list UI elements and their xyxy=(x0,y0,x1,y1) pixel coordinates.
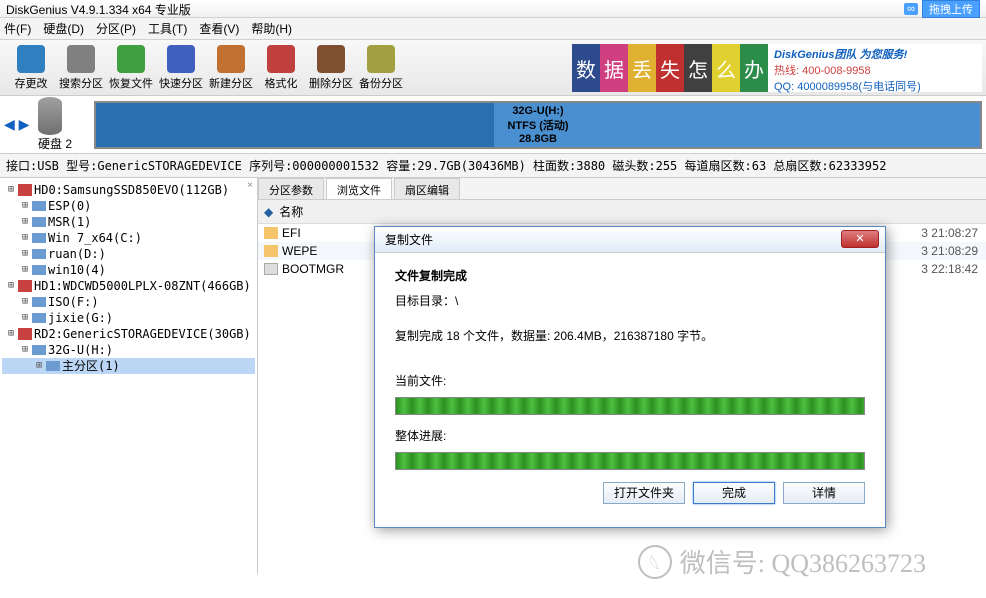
dialog-title-bar[interactable]: 复制文件 ✕ xyxy=(375,227,885,253)
menu-bar: 件(F) 硬盘(D) 分区(P) 工具(T) 查看(V) 帮助(H) xyxy=(0,18,986,40)
disk-icon xyxy=(38,97,62,135)
menu-disk[interactable]: 硬盘(D) xyxy=(43,20,84,37)
tree-row[interactable]: ⊞RD2:GenericSTORAGEDEVICE(30GB) xyxy=(2,326,255,342)
tab-partition-params[interactable]: 分区参数 xyxy=(258,178,324,199)
open-folder-button[interactable]: 打开文件夹 xyxy=(603,482,685,504)
dialog-title: 复制文件 xyxy=(385,231,433,248)
details-button[interactable]: 详情 xyxy=(783,482,865,504)
upload-button[interactable]: 拖拽上传 xyxy=(922,0,980,18)
tree-row[interactable]: ⊞Win 7_x64(C:) xyxy=(2,230,255,246)
toolbar-7[interactable]: 备份分区 xyxy=(356,45,406,91)
toolbar-0[interactable]: 存更改 xyxy=(6,45,56,91)
status-line: 接口:USB 型号:GenericSTORAGEDEVICE 序列号:00000… xyxy=(0,154,986,178)
toolbar-1[interactable]: 搜索分区 xyxy=(56,45,106,91)
target-dir-text: 目标目录：\ xyxy=(395,292,865,309)
file-list-header: ◆ 名称 xyxy=(258,200,986,224)
tree-close-icon[interactable]: × xyxy=(247,180,253,191)
overall-progress xyxy=(395,452,865,470)
menu-partition[interactable]: 分区(P) xyxy=(96,20,136,37)
banner-line1: DiskGenius团队 为您服务! xyxy=(774,46,976,62)
tab-browse-files[interactable]: 浏览文件 xyxy=(326,178,392,199)
toolbar-5[interactable]: 格式化 xyxy=(256,45,306,91)
tree-row[interactable]: ⊞ISO(F:) xyxy=(2,294,255,310)
toolbar-4[interactable]: 新建分区 xyxy=(206,45,256,91)
tree-row[interactable]: ⊞32G-U(H:) xyxy=(2,342,255,358)
tree-row[interactable]: ⊞ruan(D:) xyxy=(2,246,255,262)
copy-done-text: 文件复制完成 xyxy=(395,267,865,284)
overall-progress-label: 整体进展: xyxy=(395,427,865,444)
watermark: 𓆩 微信号: QQ386263723 xyxy=(638,543,926,580)
copy-dialog: 复制文件 ✕ 文件复制完成 目标目录：\ 复制完成 18 个文件，数据量: 20… xyxy=(374,226,886,528)
partition-bar[interactable]: 32G-U(H:) NTFS (活动) 28.8GB xyxy=(94,101,982,149)
app-title: DiskGenius V4.9.1.334 x64 专业版 xyxy=(6,1,191,16)
nav-arrows[interactable]: ◀ ▶ xyxy=(4,116,34,133)
toolbar: 存更改搜索分区恢复文件快速分区新建分区格式化删除分区备份分区 数据丢失怎么办 D… xyxy=(0,40,986,96)
ad-banner: 数据丢失怎么办 DiskGenius团队 为您服务! 热线: 400-008-9… xyxy=(572,44,982,92)
up-folder-icon[interactable]: ◆ xyxy=(264,205,273,219)
column-name[interactable]: 名称 xyxy=(279,203,303,220)
toolbar-2[interactable]: 恢复文件 xyxy=(106,45,156,91)
copy-summary-text: 复制完成 18 个文件，数据量: 206.4MB，216387180 字节。 xyxy=(395,327,865,344)
toolbar-6[interactable]: 删除分区 xyxy=(306,45,356,91)
title-bar: DiskGenius V4.9.1.334 x64 专业版 ∞ 拖拽上传 xyxy=(0,0,986,18)
current-file-label: 当前文件: xyxy=(395,372,865,389)
tree-row[interactable]: ⊞MSR(1) xyxy=(2,214,255,230)
disk-map-label: 硬盘 2 xyxy=(34,97,94,152)
tree-row[interactable]: ⊞jixie(G:) xyxy=(2,310,255,326)
tab-sector-edit[interactable]: 扇区编辑 xyxy=(394,178,460,199)
tree-row[interactable]: ⊞win10(4) xyxy=(2,262,255,278)
menu-view[interactable]: 查看(V) xyxy=(199,20,239,37)
done-button[interactable]: 完成 xyxy=(693,482,775,504)
tree-row[interactable]: ⊞HD1:WDCWD5000LPLX-08ZNT(466GB) xyxy=(2,278,255,294)
current-file-progress xyxy=(395,397,865,415)
tree-row[interactable]: ⊞HD0:SamsungSSD850EVO(112GB) xyxy=(2,182,255,198)
tree-row[interactable]: ⊞ESP(0) xyxy=(2,198,255,214)
toolbar-3[interactable]: 快速分区 xyxy=(156,45,206,91)
upload-icon[interactable]: ∞ xyxy=(904,3,918,15)
menu-help[interactable]: 帮助(H) xyxy=(251,20,292,37)
tree-pane: × ⊞HD0:SamsungSSD850EVO(112GB)⊞ESP(0)⊞MS… xyxy=(0,178,258,574)
tree-row[interactable]: ⊞主分区(1) xyxy=(2,358,255,374)
disk-map: ◀ ▶ 硬盘 2 32G-U(H:) NTFS (活动) 28.8GB xyxy=(0,96,986,154)
banner-line2: 热线: 400-008-9958 xyxy=(774,62,976,78)
wechat-icon: 𓆩 xyxy=(638,545,672,579)
menu-tools[interactable]: 工具(T) xyxy=(148,20,187,37)
banner-line3: QQ: 4000089958(与电话同号) xyxy=(774,78,976,94)
close-icon[interactable]: ✕ xyxy=(841,230,879,248)
tabs: 分区参数 浏览文件 扇区编辑 xyxy=(258,178,986,200)
menu-file[interactable]: 件(F) xyxy=(4,20,31,37)
